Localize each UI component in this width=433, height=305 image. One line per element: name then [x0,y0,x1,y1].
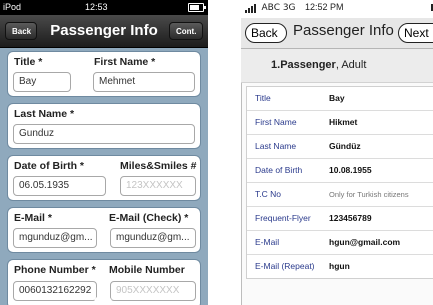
phone-field[interactable]: 0060132162292 [13,281,97,301]
mobile-label: Mobile Number [109,264,185,276]
dob-field[interactable]: 06.05.1935 [13,176,106,196]
email-field[interactable]: mgunduz@gm... [13,228,97,248]
passenger-word: Passenger [280,59,336,71]
list-item[interactable]: First Name Hikmet [247,111,433,135]
back-button[interactable]: Back [5,22,37,40]
list-item[interactable]: Frequent-Flyer 123456789 [247,207,433,231]
last-name-label: Last Name * [14,108,75,120]
first-name-label: First Name * [94,56,156,68]
passenger-header: 1.Passenger, Adult [241,49,433,83]
miles-field[interactable]: 123XXXXXX [120,176,196,196]
mockup-screen: ABC 3G 12:52 PM Back Passenger Info Next… [239,0,433,305]
birth-miles-card: Date of Birth * Miles&Smiles # 06.05.193… [7,155,201,201]
row-value: Only for Turkish citizens [329,190,409,199]
title-label: Title * [14,56,43,68]
row-key: E-Mail (Repeat) [255,261,315,271]
row-key: Title [255,93,271,103]
list-item[interactable]: E-Mail (Repeat) hgun [247,255,433,278]
mockup-carrier-label: ABC 3G [261,3,296,13]
row-value: hgun [329,261,350,271]
mockup-clock: 12:52 PM [305,2,344,12]
list-item[interactable]: T.C No Only for Turkish citizens [247,183,433,207]
row-key: Frequent-Flyer [255,213,311,223]
passenger-type: , Adult [335,59,367,71]
row-key: First Name [255,117,297,127]
email-check-label: E-Mail (Check) * [109,212,189,224]
row-value: Hikmet [329,117,358,127]
row-key: Last Name [255,141,297,151]
row-value: Bay [329,93,345,103]
ipod-screen: iPod 12:53 Back Passenger Info Cont. Tit… [0,0,208,305]
dob-label: Date of Birth * [14,160,85,172]
mobile-field[interactable]: 905XXXXXXX [110,281,196,301]
navigation-bar: Back Passenger Info Cont. [0,15,208,48]
row-value: Gündüz [329,141,361,151]
miles-label: Miles&Smiles # [120,160,197,172]
status-bar: iPod 12:53 [0,0,208,15]
email-label: E-Mail * [14,212,52,224]
email-check-field[interactable]: mgunduz@gm... [110,228,196,248]
clock: 12:53 [85,2,108,12]
chevron-up-icon[interactable] [90,290,116,302]
signal-icon [245,3,257,13]
first-name-field[interactable]: Mehmet [93,72,195,92]
phone-label: Phone Number * [14,264,96,276]
mockup-next-button[interactable]: Next [398,23,433,43]
row-key: E-Mail [255,237,280,247]
mockup-status-bar: ABC 3G 12:52 PM [245,2,433,13]
last-name-field[interactable]: Gunduz [13,124,195,144]
name-card: Title * First Name * Bay Mehmet [7,51,201,97]
battery-icon [188,3,206,12]
passenger-number: 1. [271,59,281,71]
row-value: 10.08.1955 [329,165,372,175]
mockup-page-title: Passenger Info [293,22,394,39]
email-card: E-Mail * E-Mail (Check) * mgunduz@gm... … [7,207,201,253]
continue-button[interactable]: Cont. [169,22,203,40]
list-item[interactable]: E-Mail hgun@gmail.com [247,231,433,255]
passenger-heading: 1.Passenger, Adult [271,59,366,71]
page-title: Passenger Info [50,22,158,39]
last-name-card: Last Name * Gunduz [7,103,201,149]
list-item[interactable]: Last Name Gündüz [247,135,433,159]
mockup-back-button[interactable]: Back [245,23,287,43]
row-value: hgun@gmail.com [329,237,401,247]
title-field[interactable]: Bay [13,72,71,92]
row-value: 123456789 [329,213,372,223]
passenger-details-list: Title Bay First Name Hikmet Last Name Gündü… [246,86,433,279]
row-key: Date of Birth [255,165,303,175]
mockup-navigation-bar: Back Passenger Info Next [241,18,433,49]
carrier-label: iPod [3,2,22,12]
row-key: T.C No [255,189,281,199]
list-item[interactable]: Title Bay [247,87,433,111]
list-item[interactable]: Date of Birth 10.08.1955 [247,159,433,183]
